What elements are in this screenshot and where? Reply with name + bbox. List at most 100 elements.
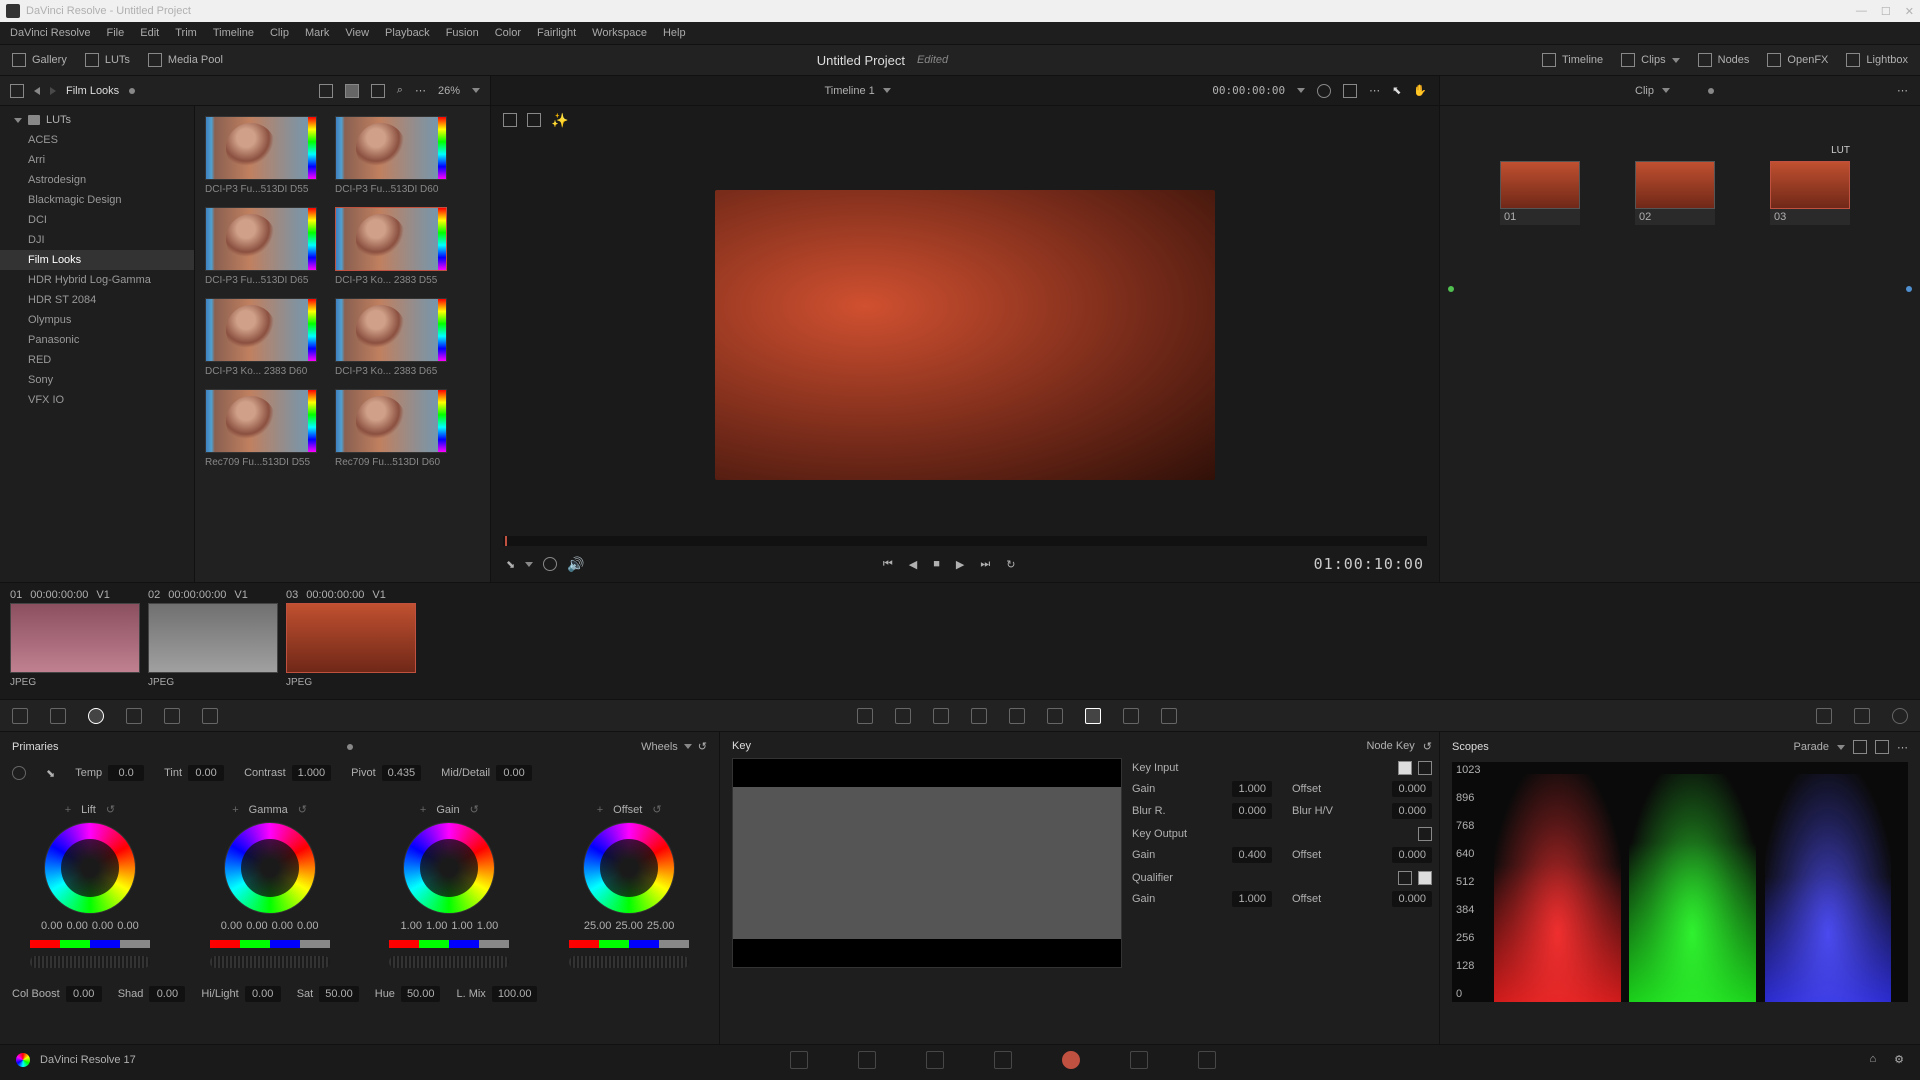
toolbar-mediapool[interactable]: Media Pool <box>148 53 223 67</box>
wheel-picker-icon[interactable]: + <box>420 804 426 816</box>
node-output-dot[interactable] <box>1906 286 1912 292</box>
key-qual-invert-icon[interactable] <box>1418 871 1432 885</box>
node-01[interactable]: 01 <box>1500 161 1580 225</box>
lut-thumb[interactable]: DCI-P3 Fu...513DI D55 <box>205 116 317 195</box>
clip-01[interactable]: 0100:00:00:00V1JPEG <box>10 589 140 693</box>
tree-item-dji[interactable]: DJI <box>0 230 194 250</box>
clip-02[interactable]: 0200:00:00:00V1JPEG <box>148 589 278 693</box>
nodes-chevron-icon[interactable] <box>1662 88 1670 93</box>
adjust-pivot[interactable]: Pivot0.435 <box>351 765 421 781</box>
toolbar-nodes[interactable]: Nodes <box>1698 53 1750 67</box>
wheel-picker-icon[interactable]: + <box>232 804 238 816</box>
search-icon[interactable]: ⌕ <box>397 84 403 97</box>
scopes-chevron-icon[interactable] <box>1837 745 1845 750</box>
scopes-mode[interactable]: Parade <box>1794 741 1829 753</box>
menu-edit[interactable]: Edit <box>140 27 159 39</box>
picker-icon[interactable]: ⬊ <box>506 558 515 571</box>
timeline-chevron-icon[interactable] <box>883 88 891 93</box>
tree-item-hdr-hybrid-log-gamma[interactable]: HDR Hybrid Log-Gamma <box>0 270 194 290</box>
key-reset-icon[interactable]: ↺ <box>1423 740 1432 753</box>
adjust-shad[interactable]: Shad0.00 <box>118 986 186 1002</box>
wheel-gain[interactable]: +Gain↺1.00 1.00 1.00 1.00 <box>384 803 514 968</box>
toolbar-openfx[interactable]: OpenFX <box>1767 53 1828 67</box>
key-qual-matte-icon[interactable] <box>1398 871 1412 885</box>
palette-colorchecker-icon[interactable] <box>50 708 66 724</box>
menubar[interactable]: DaVinci ResolveFileEditTrimTimelineClipM… <box>0 22 1920 44</box>
picker2-icon[interactable]: ⬊ <box>46 767 55 780</box>
toolbar-clips[interactable]: Clips <box>1621 53 1679 67</box>
adjust-lmix[interactable]: L. Mix100.00 <box>456 986 537 1002</box>
page-fairlight-icon[interactable] <box>1130 1051 1148 1069</box>
nav-fwd-icon[interactable] <box>50 87 56 95</box>
play-icon[interactable]: ▶ <box>956 558 964 571</box>
color-wheel[interactable] <box>583 822 675 914</box>
node-02[interactable]: 02 <box>1635 161 1715 225</box>
palette-wheels-icon[interactable] <box>88 708 104 724</box>
lut-thumb[interactable]: DCI-P3 Ko... 2383 D55 <box>335 207 447 286</box>
toolbar-luts[interactable]: LUTs <box>85 53 130 67</box>
page-media-icon[interactable] <box>790 1051 808 1069</box>
palette-camera-icon[interactable] <box>12 708 28 724</box>
page-fusion-icon[interactable] <box>994 1051 1012 1069</box>
home-icon[interactable]: ⌂ <box>1869 1053 1876 1066</box>
tree-item-panasonic[interactable]: Panasonic <box>0 330 194 350</box>
primaries-mode[interactable]: Wheels <box>641 741 678 753</box>
color-wheel[interactable] <box>403 822 495 914</box>
page-deliver-icon[interactable] <box>1198 1051 1216 1069</box>
viewer-scrubber[interactable] <box>503 536 1427 546</box>
toolbar-gallery[interactable]: Gallery <box>12 53 67 67</box>
more-icon[interactable]: ⋯ <box>415 84 426 97</box>
playhead-timecode[interactable]: 01:00:10:00 <box>1314 555 1424 573</box>
clips-strip[interactable]: 0100:00:00:00V1JPEG0200:00:00:00V1JPEG03… <box>0 582 1920 700</box>
key-gain[interactable]: Gain1.000 <box>1132 891 1272 907</box>
menu-playback[interactable]: Playback <box>385 27 430 39</box>
toolbar-timeline[interactable]: Timeline <box>1542 53 1603 67</box>
tree-item-red[interactable]: RED <box>0 350 194 370</box>
toolbar-lightbox[interactable]: Lightbox <box>1846 53 1908 67</box>
page-edit-icon[interactable] <box>926 1051 944 1069</box>
adjust-hue[interactable]: Hue50.00 <box>375 986 441 1002</box>
adjust-temp[interactable]: Temp0.0 <box>75 765 144 781</box>
lut-thumb[interactable]: DCI-P3 Fu...513DI D65 <box>205 207 317 286</box>
adjust-colboost[interactable]: Col Boost0.00 <box>12 986 102 1002</box>
tree-item-arri[interactable]: Arri <box>0 150 194 170</box>
menu-timeline[interactable]: Timeline <box>213 27 254 39</box>
key-mode[interactable]: Node Key <box>1366 740 1414 753</box>
tree-item-olympus[interactable]: Olympus <box>0 310 194 330</box>
nodes-mode[interactable]: Clip <box>1635 85 1654 97</box>
menu-clip[interactable]: Clip <box>270 27 289 39</box>
tree-item-vfx-io[interactable]: VFX IO <box>0 390 194 410</box>
palette-scopes-icon[interactable] <box>1854 708 1870 724</box>
node-03[interactable]: LUT03 <box>1770 161 1850 225</box>
settings-icon[interactable]: ⚙ <box>1894 1053 1904 1066</box>
menu-color[interactable]: Color <box>495 27 521 39</box>
viewer-opt1-icon[interactable] <box>1317 84 1331 98</box>
menu-fairlight[interactable]: Fairlight <box>537 27 576 39</box>
sort-icon[interactable] <box>319 84 333 98</box>
viewer-wand-icon[interactable]: ✨ <box>551 112 568 129</box>
clip-03[interactable]: 0300:00:00:00V1JPEG <box>286 589 416 693</box>
tree-item-film-looks[interactable]: Film Looks <box>0 250 194 270</box>
color-wheel[interactable] <box>44 822 136 914</box>
color-wheel[interactable] <box>224 822 316 914</box>
wheel-picker-icon[interactable]: + <box>597 804 603 816</box>
nodes-more-icon[interactable]: ⋯ <box>1897 84 1908 97</box>
step-back-icon[interactable]: ◀ <box>909 558 917 571</box>
wheel-offset[interactable]: +Offset↺25.00 25.00 25.00 <box>564 803 694 968</box>
stop-icon[interactable]: ■ <box>933 558 940 570</box>
close-button[interactable]: ✕ <box>1905 5 1914 18</box>
node-input-dot[interactable] <box>1448 286 1454 292</box>
viewer-opt2-icon[interactable] <box>1343 84 1357 98</box>
adjust-contrast[interactable]: Contrast1.000 <box>244 765 331 781</box>
viewer-canvas[interactable] <box>491 134 1439 536</box>
scopes-more-icon[interactable]: ⋯ <box>1897 741 1908 754</box>
zoom-chevron-icon[interactable] <box>472 88 480 93</box>
picker-chevron-icon[interactable] <box>525 562 533 567</box>
menu-trim[interactable]: Trim <box>175 27 197 39</box>
wheel-reset-icon[interactable]: ↺ <box>298 803 307 816</box>
palette-sizing-icon[interactable] <box>1123 708 1139 724</box>
viewer-tool1-icon[interactable] <box>503 113 517 127</box>
wheel-reset-icon[interactable]: ↺ <box>106 803 115 816</box>
maximize-button[interactable]: ☐ <box>1881 5 1891 18</box>
tree-item-luts[interactable]: LUTs <box>0 110 194 130</box>
